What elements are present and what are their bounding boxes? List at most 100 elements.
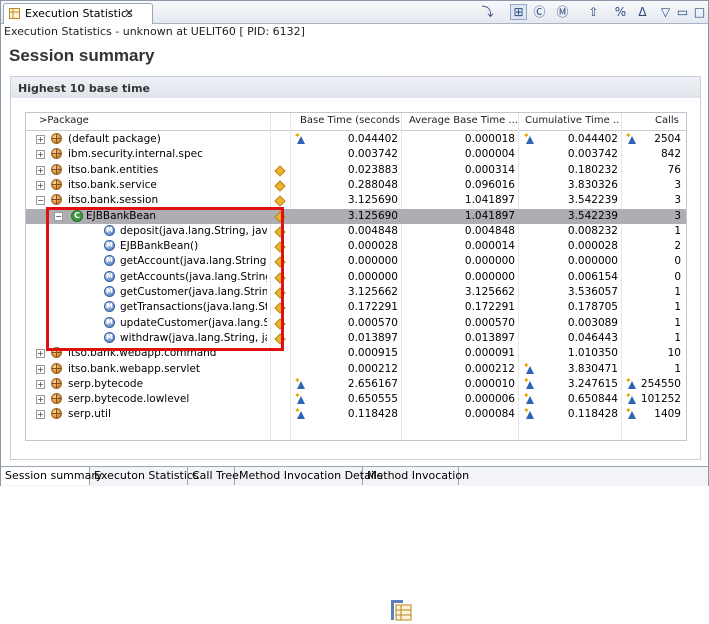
- avg-base-time-value: 0.172291: [464, 301, 515, 314]
- calls-value: 254550: [640, 377, 681, 390]
- calls-value: 3: [674, 209, 681, 222]
- expand-icon[interactable]: +: [36, 364, 45, 374]
- table-row[interactable]: + ibm.security.internal.spec 0.003742 0.000…: [26, 147, 686, 162]
- export-icon[interactable]: ⤵: [479, 4, 496, 20]
- expand-icon[interactable]: +: [36, 150, 45, 160]
- column-header-avg-base-time[interactable]: Average Base Time ...: [409, 115, 517, 126]
- column-header-package[interactable]: >Package: [39, 115, 269, 126]
- base-time-value: 0.000000: [347, 270, 398, 283]
- section-header[interactable]: Highest 10 base time: [11, 77, 700, 98]
- table-row[interactable]: + itso.bank.entities 0.023883 0.000314 0.180…: [26, 163, 686, 178]
- table-row[interactable]: + serp.bytecode.lowlevel ✦ ✦ ✦ 0.650555 0.0000…: [26, 392, 686, 407]
- avg-base-time-value: 0.000091: [464, 347, 515, 360]
- package-icon: [51, 133, 62, 144]
- table-row[interactable]: + itso.bank.webapp.servlet ✦ 0.000212 0.0002…: [26, 361, 686, 377]
- expand-icon[interactable]: +: [36, 395, 45, 405]
- expand-icon[interactable]: +: [36, 165, 45, 175]
- package-icon: [51, 393, 62, 405]
- cumulative-time-value: 3.542239: [567, 209, 618, 222]
- page-tab[interactable]: Call Tree: [188, 467, 239, 485]
- column-header-calls[interactable]: Calls: [655, 115, 683, 126]
- cumulative-time-value: 0.008232: [567, 224, 618, 237]
- source-marker-icon: [274, 164, 286, 177]
- package-view-icon[interactable]: ⊞: [510, 4, 527, 20]
- calls-value: 0: [674, 255, 681, 268]
- avg-base-time-value: 0.000010: [464, 377, 515, 390]
- page-tab[interactable]: Method Invocation: [363, 467, 469, 485]
- delta-up-icon: [297, 380, 305, 389]
- percent-icon[interactable]: %: [612, 4, 629, 20]
- avg-base-time-value: 0.000000: [464, 270, 515, 283]
- minimize-icon[interactable]: ▭: [674, 4, 691, 20]
- delta-up-icon: [526, 380, 534, 389]
- base-time-value: 3.125690: [347, 209, 398, 222]
- table-row[interactable]: − itso.bank.session 3.125690 1.041897 3.5422…: [26, 193, 686, 208]
- view-title-bar: Execution Statistics ✕ ⤵ ⊞ Ⓒ Ⓜ ⇧% Δ ▽ ▭ □: [1, 1, 708, 24]
- page-tab[interactable]: Executon Statistics: [90, 467, 199, 485]
- table-row[interactable]: + serp.bytecode ✦ ✦ ✦ 2.656167 0.000010 3.24761…: [26, 376, 686, 392]
- cumulative-time-value: 0.180232: [567, 163, 618, 176]
- base-time-value: 0.000570: [347, 316, 398, 329]
- avg-base-time-value: 0.000014: [464, 240, 515, 253]
- delta-up-icon: [526, 411, 534, 420]
- close-icon[interactable]: ✕: [124, 6, 134, 20]
- tab-execution-statistics[interactable]: Execution Statistics ✕: [3, 3, 153, 24]
- base-time-delta-icon: ✦: [294, 376, 306, 390]
- base-time-value: 0.000915: [347, 347, 398, 360]
- table-row[interactable]: + itso.bank.service 0.288048 0.096016 3.8303…: [26, 178, 686, 193]
- calls-value: 76: [667, 163, 681, 176]
- package-icon: [51, 362, 62, 374]
- expand-icon[interactable]: +: [36, 135, 45, 144]
- cumulative-time-delta-icon: ✦: [523, 392, 535, 405]
- expand-icon[interactable]: +: [36, 410, 45, 420]
- cumulative-time-value: 3.536057: [567, 286, 618, 298]
- collapse-icon[interactable]: −: [36, 196, 45, 206]
- delta-up-icon: [526, 136, 534, 144]
- cumulative-time-value: 0.044402: [567, 133, 618, 145]
- package-icon: [51, 148, 62, 160]
- calls-value: 1409: [654, 408, 681, 421]
- base-time-value: 0.118428: [347, 408, 398, 421]
- package-icon: [51, 377, 62, 389]
- cumulative-time-value: 0.178705: [567, 301, 618, 314]
- column-header-base-time[interactable]: Base Time (seconds): [300, 115, 400, 126]
- maximize-icon[interactable]: □: [691, 4, 708, 20]
- table-row[interactable]: + serp.util ✦ ✦ ✦ 0.118428 0.000084 0.118428 140…: [26, 407, 686, 422]
- base-time-delta-icon: ✦: [294, 407, 306, 420]
- class-view-icon[interactable]: Ⓒ: [531, 4, 548, 20]
- delta-icon[interactable]: Δ: [634, 4, 651, 20]
- page-title: Session summary: [9, 46, 155, 65]
- page-tab[interactable]: Method Invocation Details: [235, 467, 383, 485]
- avg-base-time-value: 0.096016: [464, 178, 515, 191]
- base-time-value: 0.172291: [347, 301, 398, 314]
- cumulative-time-delta-icon: ✦: [523, 132, 535, 145]
- avg-base-time-value: 1.041897: [464, 209, 515, 222]
- cumulative-time-value: 3.830326: [567, 178, 618, 191]
- calls-value: 101252: [640, 393, 681, 406]
- calls-value: 2504: [654, 133, 681, 145]
- expand-icon[interactable]: +: [36, 349, 45, 359]
- avg-base-time-value: 0.000018: [464, 133, 515, 145]
- base-time-value: 0.044402: [347, 133, 398, 145]
- expand-icon[interactable]: +: [36, 379, 45, 389]
- tab-title: Execution Statistics: [25, 7, 133, 20]
- package-icon: [51, 178, 62, 190]
- base-time-value: 0.013897: [347, 331, 398, 344]
- section-title: Highest 10 base time: [18, 82, 150, 95]
- row-name: itso.bank.session: [68, 194, 159, 207]
- open-source-icon[interactable]: ⇧: [585, 4, 602, 20]
- row-name: serp.bytecode.lowlevel: [68, 393, 190, 406]
- method-view-icon[interactable]: Ⓜ: [554, 4, 571, 20]
- cumulative-time-value: 1.010350: [567, 347, 618, 360]
- view-menu-icon[interactable]: ▽: [657, 4, 674, 20]
- cumulative-time-delta-icon: ✦: [523, 361, 535, 375]
- package-icon: [51, 194, 62, 206]
- expand-icon[interactable]: +: [36, 180, 45, 190]
- calls-value: 1: [674, 362, 681, 375]
- calls-value: 1: [674, 286, 681, 298]
- status-line: Execution Statistics - unknown at UELIT6…: [4, 25, 305, 38]
- column-header-cumulative-time[interactable]: Cumulative Time ...: [525, 115, 620, 126]
- avg-base-time-value: 0.000000: [464, 255, 515, 268]
- page-tab[interactable]: Session summary: [1, 467, 102, 485]
- table-row[interactable]: + (default package) ✦ ✦ ✦ 0.044402 0.000018 0.0…: [26, 132, 686, 147]
